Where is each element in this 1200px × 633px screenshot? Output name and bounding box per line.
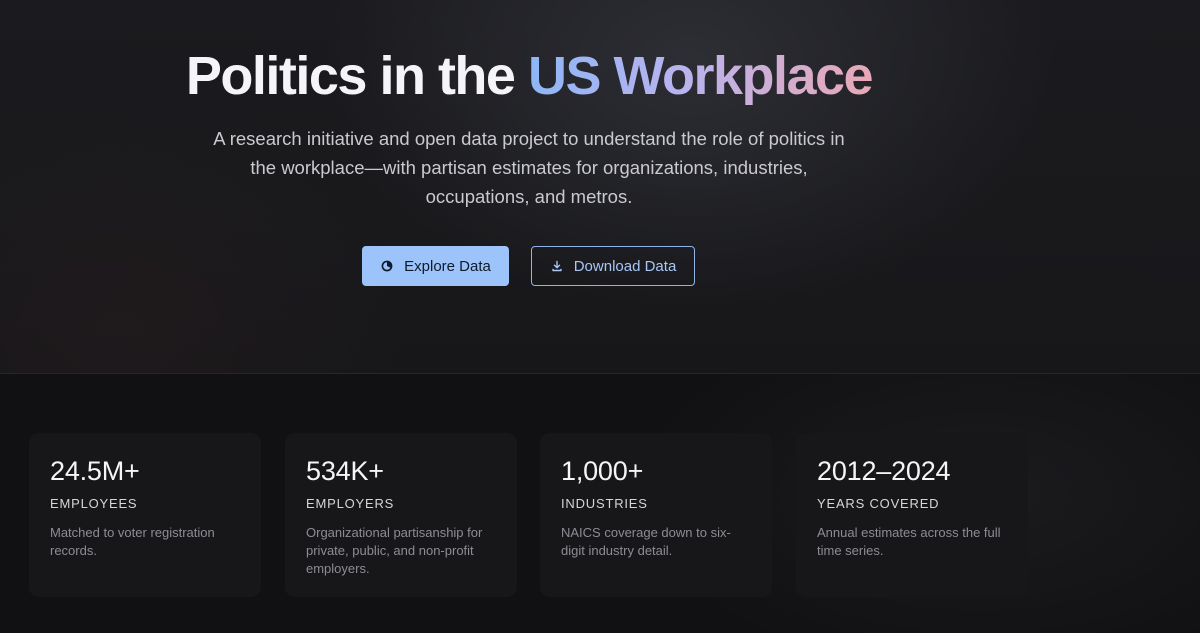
stat-value: 24.5M+: [50, 456, 140, 486]
page-title-accent: US Workplace: [527, 46, 874, 106]
explore-data-button[interactable]: Explore Data: [362, 246, 509, 286]
stat-value: 1,000+: [561, 456, 644, 486]
stat-label: EMPLOYEES: [50, 496, 138, 511]
stat-card-employees: 24.5M+ EMPLOYEES Matched to voter regist…: [29, 433, 261, 597]
stat-card-industries: 1,000+ INDUSTRIES NAICS coverage down to…: [540, 433, 772, 597]
stat-value: 534K+: [306, 456, 384, 486]
stat-label: YEARS COVERED: [817, 496, 940, 511]
stat-card-years: 2012–2024 YEARS COVERED Annual estimates…: [796, 433, 1028, 597]
download-data-button[interactable]: Download Data: [531, 246, 695, 286]
hero-section: Politics in the US Workplace A research …: [0, 0, 1200, 374]
page-title-plain: Politics in the: [185, 46, 528, 106]
stat-card-employers: 534K+ EMPLOYERS Organizational partisans…: [285, 433, 517, 597]
stat-value: 2012–2024: [817, 456, 951, 486]
stat-description: Organizational partisanship for private,…: [306, 525, 483, 576]
download-icon: [550, 259, 564, 273]
hero-subtitle: A research initiative and open data proj…: [213, 128, 845, 207]
stat-label: EMPLOYERS: [306, 496, 395, 511]
stat-label: INDUSTRIES: [561, 496, 648, 511]
download-data-label: Download Data: [573, 257, 677, 275]
stat-description: Annual estimates across the full time se…: [817, 525, 1001, 558]
explore-data-label: Explore Data: [404, 257, 491, 275]
stats-section: 24.5M+ EMPLOYEES Matched to voter regist…: [0, 374, 1200, 633]
stat-description: Matched to voter registration records.: [50, 525, 215, 558]
page: Politics in the US Workplace A research …: [0, 0, 1200, 633]
stat-description: NAICS coverage down to six-digit industr…: [561, 525, 731, 558]
page-title: Politics in the US Workplace: [0, 42, 1058, 110]
chart-pie-icon: [380, 259, 394, 273]
